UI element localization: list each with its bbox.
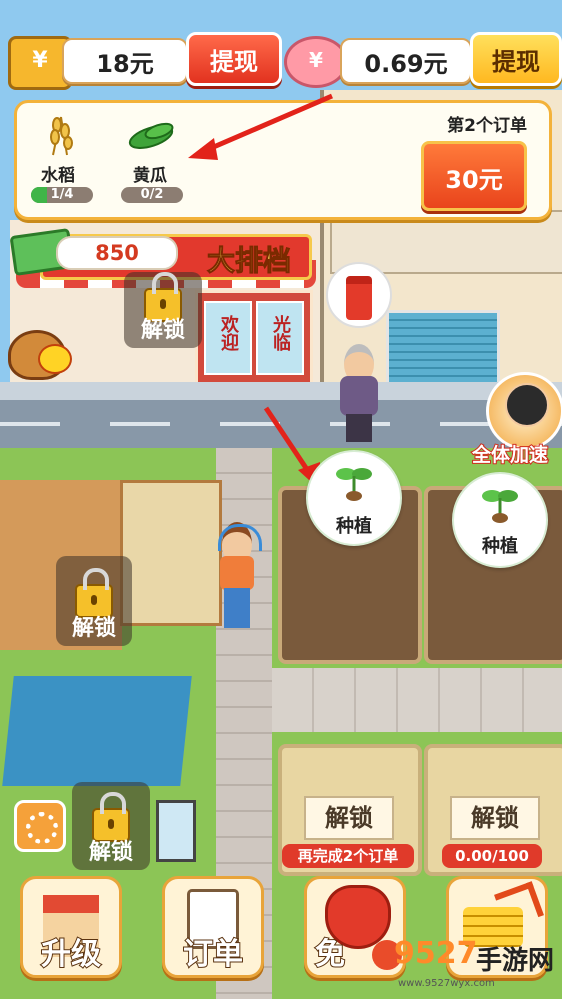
withdraw-label: 提现	[210, 47, 258, 76]
sprout-icon	[482, 490, 518, 523]
withdraw-savings-label: 提现	[492, 47, 540, 76]
shop-sign-text: 大排档	[206, 244, 291, 278]
locked-plot-label-1: 解锁	[304, 796, 394, 840]
order-title: 第2个订单	[447, 116, 527, 136]
shop-unlock[interactable]: 解锁	[124, 272, 202, 348]
shop-door: 欢迎 光临	[195, 290, 313, 390]
cucumber-progress-bar: 0/2	[121, 187, 183, 203]
cash-amount: 18元	[96, 49, 154, 78]
red-envelope-bubble[interactable]	[326, 262, 392, 328]
orders-button[interactable]: 订单	[162, 876, 264, 978]
upgrade-button[interactable]: 升级	[20, 876, 122, 978]
rice-progress-fill	[31, 187, 47, 203]
fridge	[156, 800, 196, 862]
cash-balance: 18元	[62, 38, 188, 84]
shed-unlock-label: 解锁	[88, 840, 133, 865]
money-value: 850	[95, 241, 139, 265]
watermark-url: www.9527wyx.com	[398, 978, 495, 989]
plant-label-1: 种植	[336, 516, 372, 537]
watermark-logo: 9527 手游网 www.9527wyx.com	[372, 936, 556, 996]
free-money-prefix: 免	[314, 936, 346, 973]
upgrade-label: 升级	[40, 936, 102, 973]
shop-unlock-label: 解锁	[140, 318, 185, 343]
plant-button-1[interactable]: 种植	[306, 450, 402, 546]
crop-name-cucumber: 黄瓜	[133, 166, 167, 186]
farmer-girl-headphones	[218, 524, 262, 551]
piggy-bank-icon: ¥	[284, 36, 348, 88]
crop-name-rice: 水稻	[41, 166, 75, 186]
savings-balance: 0.69元	[340, 38, 472, 84]
grandma-npc[interactable]	[336, 344, 382, 444]
rice-progress-text: 1/4	[50, 187, 74, 202]
orders-label: 订单	[182, 936, 244, 973]
withdraw-button[interactable]: 提现	[186, 32, 282, 86]
order-reward: 30元	[445, 166, 503, 194]
hint-arrow-top	[188, 93, 333, 160]
order-reward-card[interactable]: 30元	[421, 141, 527, 211]
speed-up-label: 全体加速	[471, 443, 549, 467]
blue-shed-roof	[2, 676, 192, 786]
plant-button-2[interactable]: 种植	[452, 472, 548, 568]
door-text-left: 欢迎	[218, 315, 239, 351]
withdraw-savings-button[interactable]: 提现	[470, 32, 562, 86]
barn-unlock[interactable]: 解锁	[56, 556, 132, 646]
plant-label-2: 种植	[482, 536, 518, 557]
settings-button[interactable]	[14, 800, 66, 852]
grandma-legs	[346, 414, 372, 442]
door-text-right: 光临	[270, 315, 291, 351]
savings-amount: 0.69元	[364, 49, 448, 78]
grandma-body	[340, 376, 378, 416]
girl-avatar-icon	[505, 383, 549, 427]
barn-unlock-label: 解锁	[71, 616, 116, 641]
stone-path-horizontal	[272, 668, 562, 732]
unlock-hint-progress: 0.00/100	[442, 844, 542, 868]
price-burst-badge	[38, 344, 72, 374]
sprout-icon	[336, 468, 372, 501]
rice-progress-bar: 1/4	[31, 187, 93, 203]
shed-unlock[interactable]: 解锁	[72, 782, 150, 870]
watermark-number: 9527	[394, 936, 478, 971]
cucumber-progress-text: 0/2	[140, 187, 164, 202]
sidewalk	[0, 382, 562, 402]
farmer-girl[interactable]	[214, 522, 262, 630]
unlock-hint-orders: 再完成2个订单	[282, 844, 414, 868]
left-yard	[120, 480, 222, 626]
farmer-girl-shirt	[220, 556, 254, 590]
red-envelope-icon	[346, 276, 372, 320]
cucumber-icon	[127, 117, 179, 153]
gear-icon	[26, 812, 58, 844]
speed-up-button[interactable]	[486, 372, 562, 450]
rice-icon	[39, 109, 83, 157]
farmer-girl-jeans	[224, 588, 250, 628]
money-counter: 850	[56, 236, 178, 270]
locked-plot-label-2: 解锁	[450, 796, 540, 840]
watermark-text: 手游网	[476, 946, 555, 976]
